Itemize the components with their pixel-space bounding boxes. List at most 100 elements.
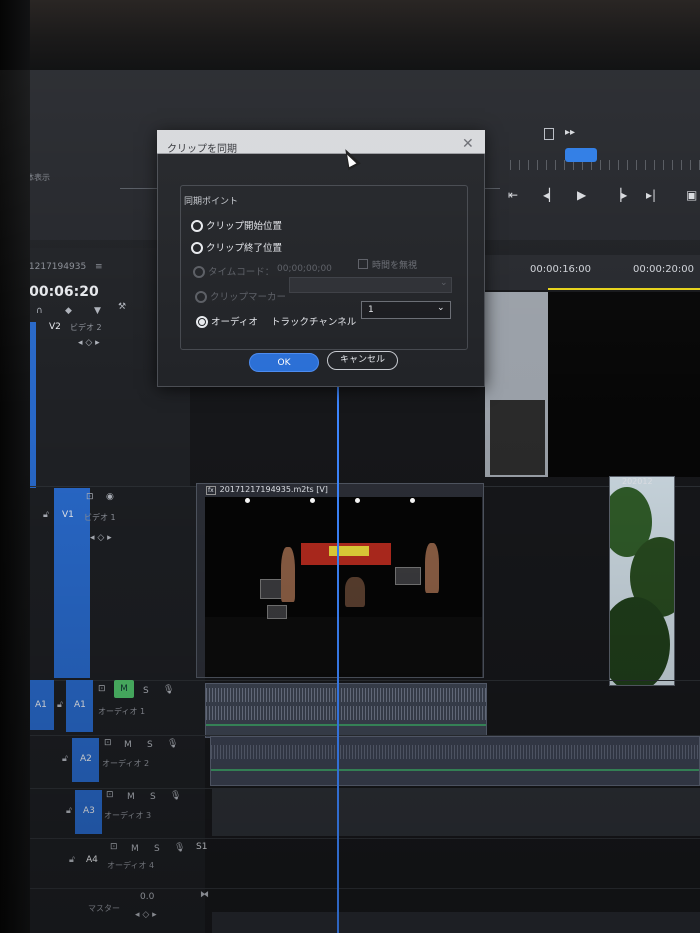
fast-forward-icon[interactable]: ▸▸ [565,127,575,138]
waveform-level [211,769,699,771]
master-lane[interactable] [212,912,700,933]
track-a3-name: オーディオ 3 [104,811,152,820]
performer [425,543,439,593]
radio-audio[interactable] [196,316,208,328]
a1-solo-button[interactable]: S [143,686,149,696]
v2-keyframe-nav-icon[interactable]: ◂ ◇ ▸ [78,338,100,348]
source-a1-label: A1 [35,700,47,710]
label-timecode[interactable]: タイムコード： [208,264,274,278]
waveform [206,688,486,702]
v1-keyframe-nav-icon[interactable]: ◂ ◇ ▸ [90,533,112,543]
a1-mute-button[interactable]: M [114,680,134,698]
stage-light [310,498,315,503]
a3-lock-icon[interactable]: 🔓︎ [66,806,72,816]
v1-lock-icon[interactable]: 🔓︎ [43,510,49,520]
a2-solo-button[interactable]: S [147,740,153,750]
step-back-icon[interactable]: ◂▏ [543,188,558,202]
lane-divider [0,888,700,889]
radio-timecode[interactable] [193,266,205,278]
a3-solo-button[interactable]: S [150,792,156,802]
radio-clip-start[interactable] [191,220,203,232]
audio-clip-a1[interactable] [205,683,487,738]
monitor-bezel-left [0,0,30,933]
audio-clip-a2[interactable] [210,736,700,786]
clip-marker-select[interactable] [289,277,452,293]
a3-sync-icon[interactable]: ⊡ [106,790,114,800]
label-clip-marker[interactable]: クリップマーカー [210,289,286,303]
marker-icon[interactable]: ▼ [94,306,101,316]
playhead-line[interactable] [337,385,339,933]
fx-icon: fx [206,486,216,495]
a4-mic-icon[interactable]: 🎙︎ [174,843,185,853]
mark-in-icon[interactable]: ⇤ [508,188,518,202]
v1-sync-icon[interactable]: ⊡ [86,492,94,502]
a4-solo-button[interactable]: S [154,844,160,854]
a2-sync-icon[interactable]: ⊡ [104,738,112,748]
track-a1-name: オーディオ 1 [98,707,146,716]
ok-button[interactable]: OK [249,353,319,372]
label-clip-end[interactable]: クリップ終了位置 [206,240,282,254]
a3-mic-icon[interactable]: 🎙︎ [170,791,181,801]
label-audio[interactable]: オーディオ [211,314,258,328]
v2-empty-region [548,292,700,477]
cancel-button[interactable]: キャンセル [327,351,398,370]
track-v2-label[interactable]: V2 [49,322,61,332]
video-clip-right-title: 202012 [622,477,653,486]
stage-floor [205,617,482,677]
chevron-down-icon: ⌄ [440,278,448,288]
export-frame-icon[interactable]: ▣ [686,188,697,202]
ignore-hours-label[interactable]: 時間を無視 [372,258,417,271]
track-v1-name: ビデオ 1 [84,513,116,522]
track-v1-label: V1 [62,510,74,520]
master-end-icon[interactable]: ⧓ [200,890,209,900]
wrench-icon[interactable]: ⚒ [118,302,126,312]
add-marker-icon[interactable]: ◆ [65,306,72,316]
close-icon[interactable]: ✕ [462,136,474,152]
master-track-name: マスター [88,904,120,913]
a3-mute-button[interactable]: M [127,792,135,802]
a1-lock-icon[interactable]: 🔓︎ [57,700,63,710]
track-a2-name: オーディオ 2 [102,759,150,768]
go-to-out-icon[interactable]: ▸| [646,188,656,202]
label-clip-start[interactable]: クリップ開始位置 [206,218,282,232]
a3-empty-lane[interactable] [212,788,700,836]
a1-sync-icon[interactable]: ⊡ [98,684,106,694]
master-keyframe-nav-icon[interactable]: ◂ ◇ ▸ [135,910,157,920]
a2-lock-icon[interactable]: 🔓︎ [62,754,68,764]
program-zoom-handle[interactable] [565,148,597,162]
radio-clip-end[interactable] [191,242,203,254]
step-forward-icon[interactable]: ▕▸ [612,188,627,202]
a2-mic-icon[interactable]: 🎙︎ [167,739,178,749]
a4-mute-button[interactable]: M [131,844,139,854]
play-icon[interactable]: ▶ [577,188,586,202]
video-clip-name: 20171217194935.m2ts [V] [219,485,328,494]
drummer [345,577,365,607]
track-a4-name: オーディオ 4 [107,861,155,870]
lane-divider [0,838,700,839]
playhead-toggle-icon[interactable] [544,128,554,140]
track-a1-label: A1 [74,700,86,710]
track-a2-label: A2 [80,754,92,764]
video-clip-thumbnail [205,497,482,677]
amp [267,605,287,619]
video-clip-right[interactable] [609,476,675,686]
radio-clip-marker[interactable] [195,291,207,303]
chevron-down-icon: ⌄ [437,303,445,313]
program-ruler[interactable] [510,160,700,170]
waveform [206,706,486,720]
panel-menu-icon[interactable]: ≡ [95,262,103,272]
a1-mic-icon[interactable]: 🎙︎ [163,685,174,695]
dialog-title: クリップを同期 [167,144,237,155]
track-s1-label: S1 [196,842,208,852]
ignore-hours-checkbox[interactable] [358,259,368,269]
v1-eye-icon[interactable]: ◉ [106,492,114,502]
a2-mute-button[interactable]: M [124,740,132,750]
video-clip-title: fx 20171217194935.m2ts [V] [206,485,328,495]
master-volume-value[interactable]: 0.0 [140,892,154,902]
a4-lock-icon[interactable]: 🔓︎ [69,855,75,865]
link-icon[interactable]: ∩ [36,306,43,316]
ruler-mark-16: 00:00:16:00 [530,264,592,275]
timecode-field[interactable]: 00;00;00;00 [277,264,332,274]
a4-sync-icon[interactable]: ⊡ [110,842,118,852]
waveform-level [206,724,486,726]
